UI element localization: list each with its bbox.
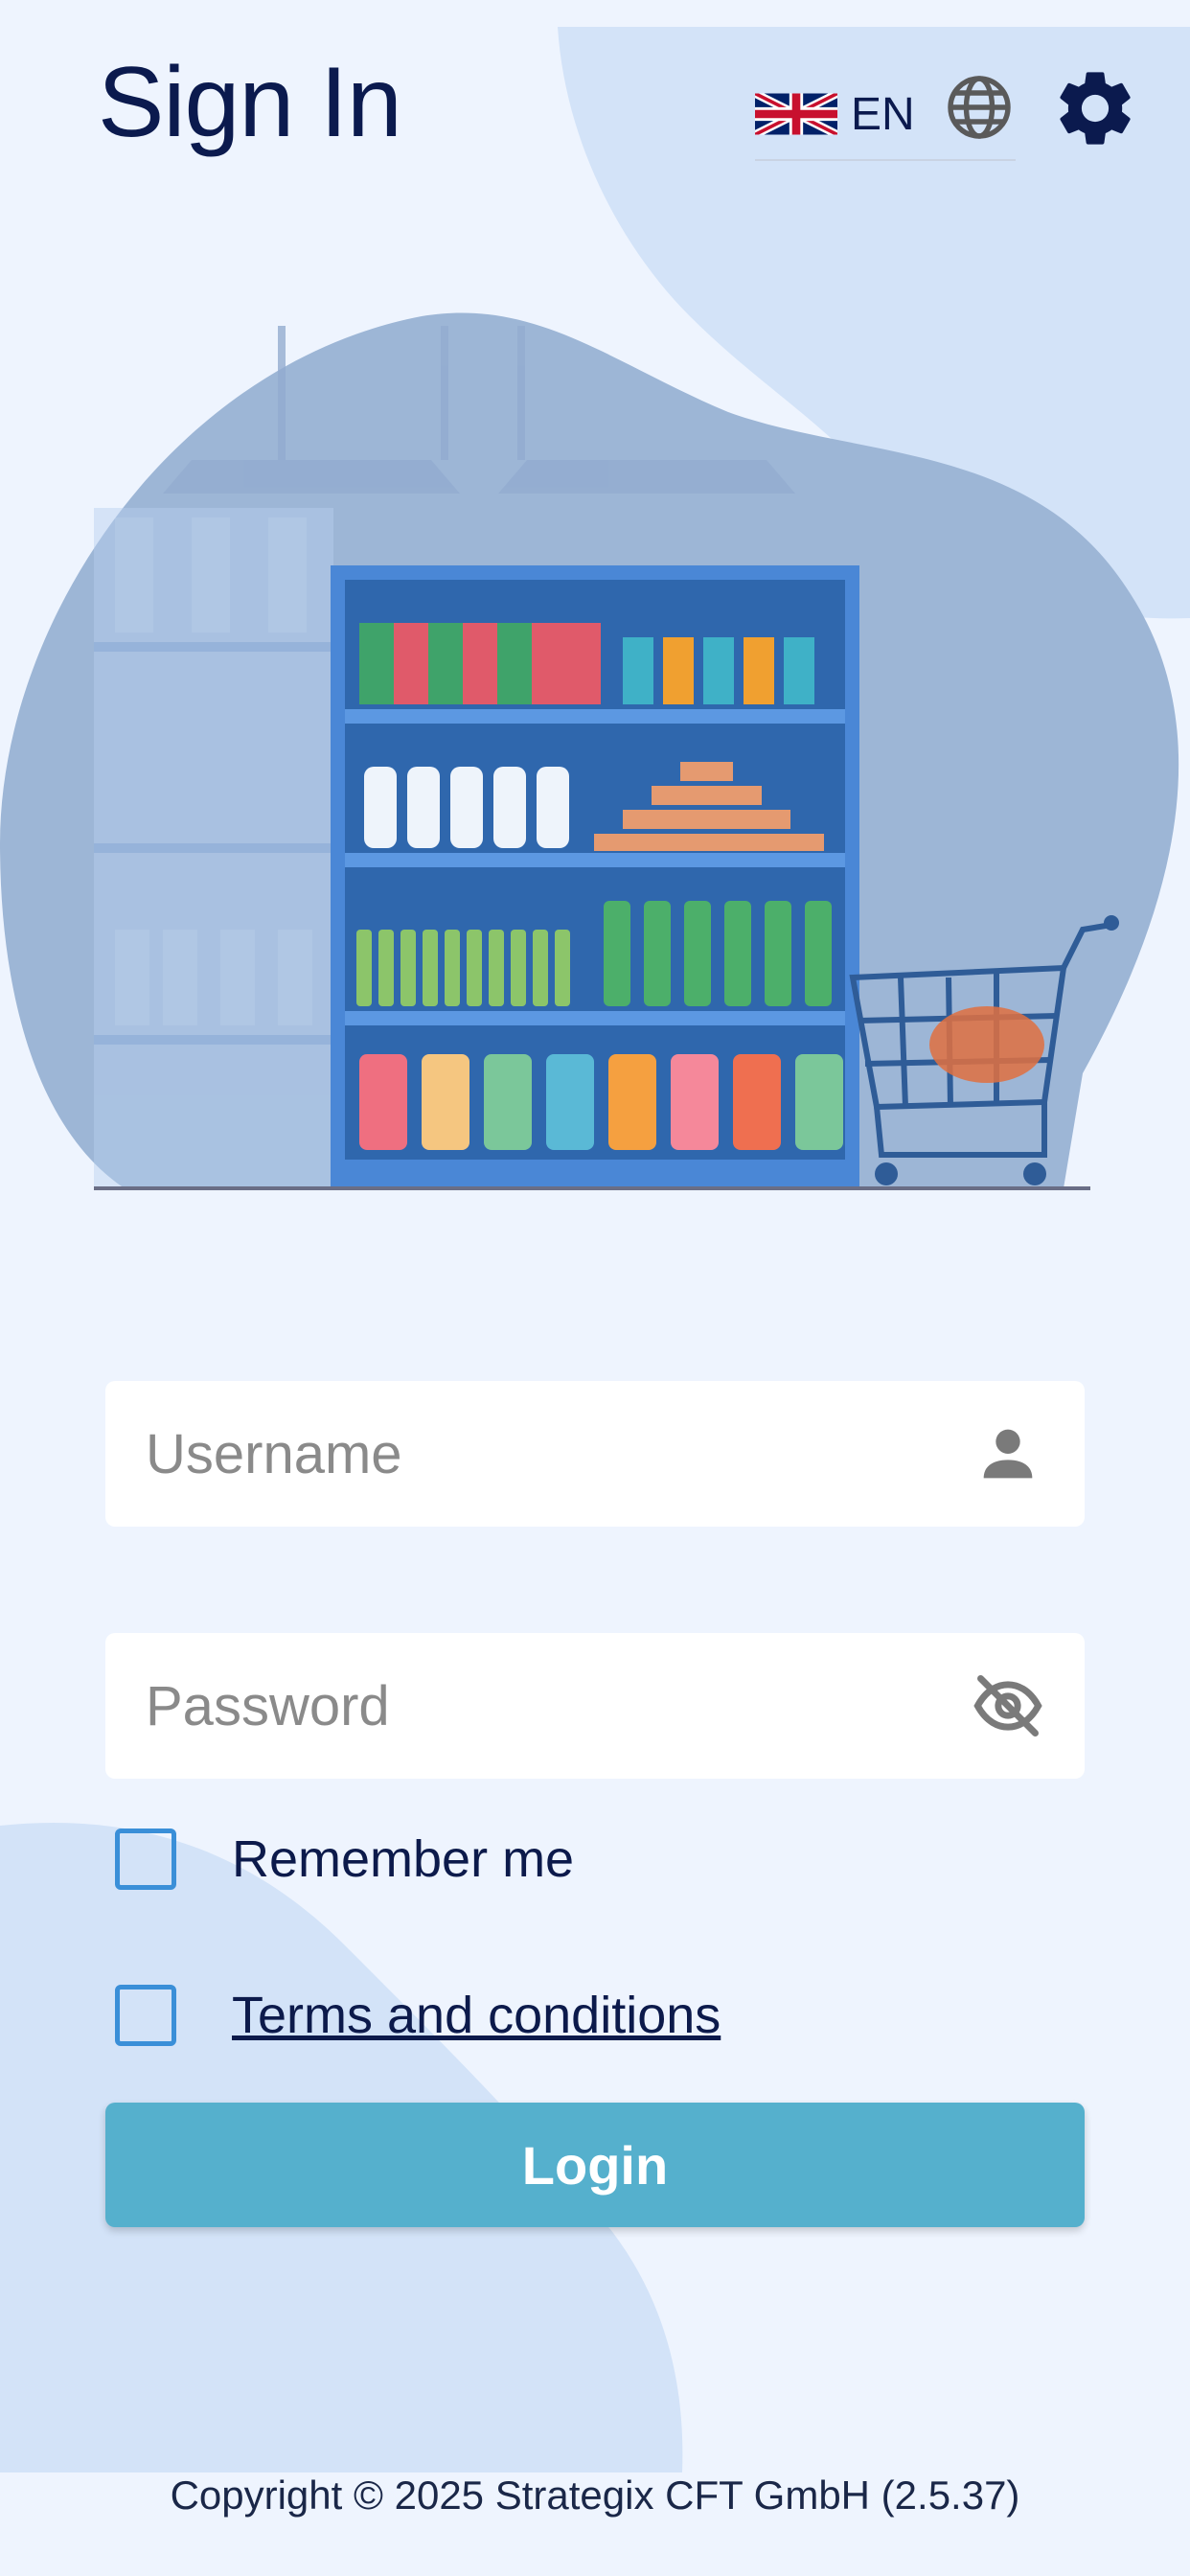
uk-flag-icon [755, 93, 837, 135]
page-title: Sign In [98, 47, 402, 158]
username-field[interactable] [105, 1381, 1085, 1527]
eye-off-icon[interactable] [972, 1669, 1044, 1742]
terms-link[interactable]: Terms and conditions [232, 1986, 721, 2045]
language-selector[interactable]: EN [755, 69, 1016, 161]
supermarket-shelf-illustration [0, 312, 1179, 1190]
password-field[interactable] [105, 1633, 1085, 1779]
terms-row[interactable]: Terms and conditions [115, 1985, 721, 2046]
globe-icon[interactable] [945, 73, 1014, 142]
language-code: EN [851, 88, 915, 140]
person-icon [983, 1429, 1033, 1479]
copyright-text: Copyright © 2025 Strategix CFT GmbH (2.5… [170, 2472, 1020, 2518]
gear-icon[interactable] [1050, 63, 1140, 153]
username-input[interactable] [146, 1421, 970, 1486]
remember-me-checkbox[interactable] [115, 1828, 176, 1890]
remember-me-row[interactable]: Remember me [115, 1828, 574, 1890]
password-input[interactable] [146, 1673, 970, 1738]
remember-me-label[interactable]: Remember me [232, 1829, 574, 1889]
terms-checkbox[interactable] [115, 1985, 176, 2046]
login-button[interactable]: Login [105, 2103, 1085, 2227]
